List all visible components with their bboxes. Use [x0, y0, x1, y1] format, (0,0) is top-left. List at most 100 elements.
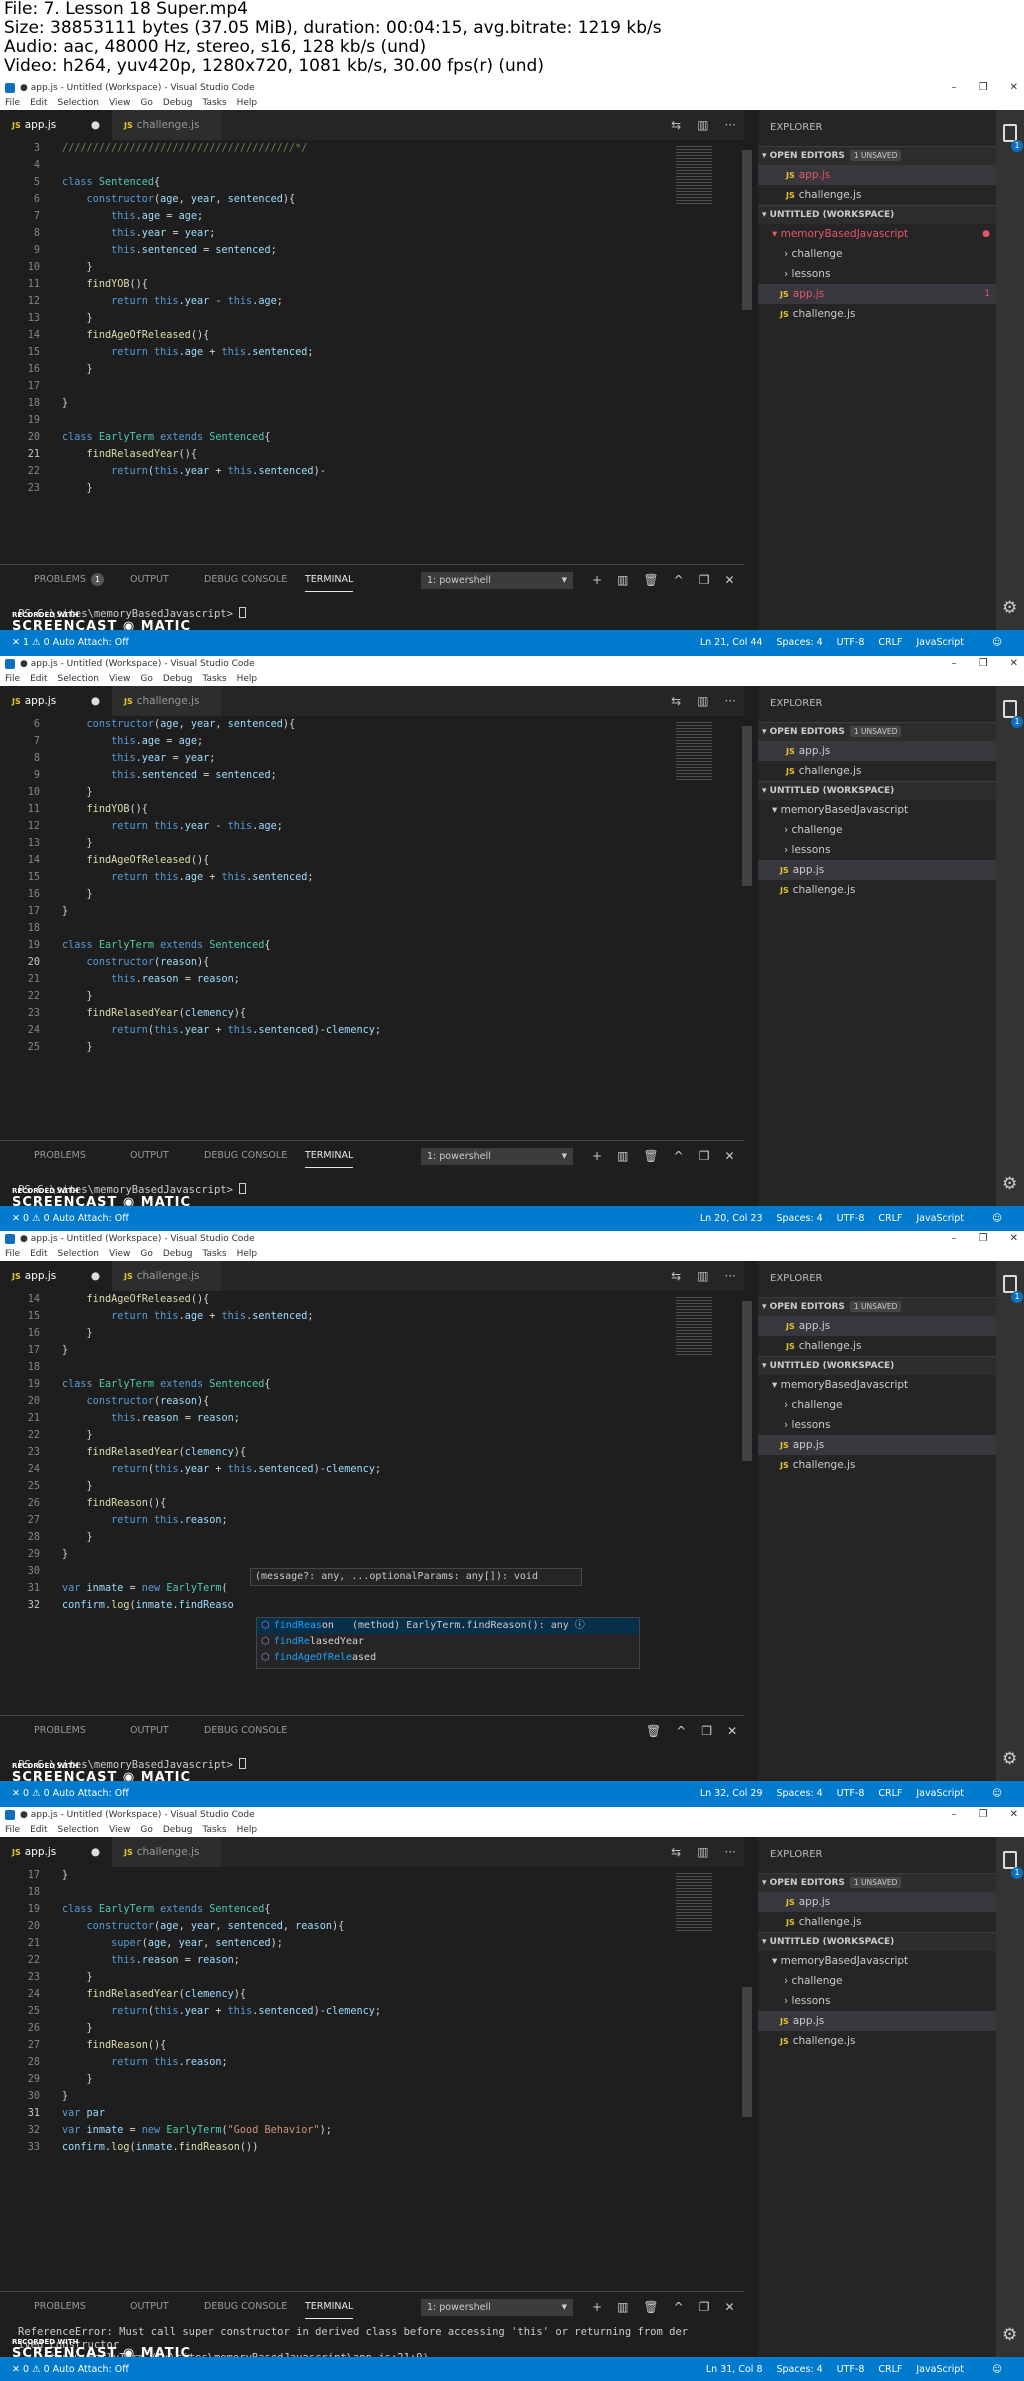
close-panel-icon[interactable]: ✕	[727, 1716, 737, 1746]
split-editor-icon[interactable]: ▥	[697, 1837, 708, 1867]
minimize-button[interactable]: –	[952, 1807, 957, 1823]
menu-item-file[interactable]: File	[5, 1823, 20, 1837]
status-encoding[interactable]: UTF-8	[837, 1781, 865, 1807]
tab-app-js[interactable]: JS app.js ●	[0, 1837, 112, 1867]
gear-icon[interactable]: ⚙	[1002, 2325, 1017, 2345]
folder-challenge[interactable]: › challenge	[758, 244, 996, 264]
unsaved-dot-icon[interactable]: ●	[91, 686, 100, 716]
split-editor-icon[interactable]: ▥	[697, 1261, 708, 1291]
new-terminal-icon[interactable]: +	[592, 2292, 602, 2322]
menu-item-edit[interactable]: Edit	[30, 672, 47, 686]
tab-terminal[interactable]: TERMINAL	[305, 1141, 354, 1168]
terminal-selector[interactable]: 1: powershell ▼	[421, 1148, 573, 1165]
editor-scrollbar[interactable]	[742, 150, 752, 310]
menu-item-debug[interactable]: Debug	[163, 96, 193, 110]
tab-problems[interactable]: PROBLEMS	[34, 1141, 86, 1171]
status-encoding[interactable]: UTF-8	[837, 630, 865, 656]
workspace-section[interactable]: ▾ UNTITLED (WORKSPACE)	[758, 1932, 996, 1951]
split-editor-icon[interactable]: ▥	[697, 110, 708, 140]
code-editor[interactable]: 17} 18 19 class EarlyTerm extends Sentenced…	[0, 1867, 744, 2291]
close-panel-icon[interactable]: ✕	[724, 565, 734, 595]
open-changes-icon[interactable]: ⇆	[671, 686, 681, 716]
status-indentation[interactable]: Spaces: 4	[777, 1781, 823, 1807]
menu-item-view[interactable]: View	[109, 1823, 130, 1837]
status-eol[interactable]: CRLF	[878, 1206, 902, 1232]
status-problems[interactable]: ✕ 0 ⚠ 0 Auto Attach: Off	[12, 1781, 129, 1807]
status-language[interactable]: JavaScript	[916, 1781, 964, 1807]
folder-challenge[interactable]: › challenge	[758, 820, 996, 840]
open-editor-challenge-js[interactable]: JS challenge.js	[758, 185, 996, 205]
minimize-button[interactable]: –	[952, 1231, 957, 1247]
trash-icon[interactable]: 🗑	[643, 565, 658, 595]
menu-item-go[interactable]: Go	[140, 672, 152, 686]
tab-challenge-js[interactable]: JS challenge.js	[112, 686, 222, 716]
tab-debug-console[interactable]: DEBUG CONSOLE	[204, 1716, 287, 1746]
status-problems[interactable]: ✕ 1 ⚠ 0 Auto Attach: Off	[12, 630, 129, 656]
more-actions-icon[interactable]: ···	[725, 110, 736, 140]
tab-debug-console[interactable]: DEBUG CONSOLE	[204, 1141, 287, 1171]
status-cursor-position[interactable]: Ln 20, Col 23	[700, 1206, 763, 1232]
tab-app-js[interactable]: JS app.js ●	[0, 110, 112, 140]
new-terminal-icon[interactable]: +	[592, 1141, 602, 1171]
menu-item-debug[interactable]: Debug	[163, 1823, 193, 1837]
tab-output[interactable]: OUTPUT	[130, 1141, 169, 1171]
open-editor-challenge-js[interactable]: JS challenge.js	[758, 1336, 996, 1356]
status-problems[interactable]: ✕ 0 ⚠ 0 Auto Attach: Off	[12, 1206, 129, 1232]
gear-icon[interactable]: ⚙	[1002, 598, 1017, 618]
close-window-button[interactable]: ✕	[1010, 1231, 1018, 1247]
restore-panel-icon[interactable]: ❐	[701, 1716, 712, 1746]
status-indentation[interactable]: Spaces: 4	[777, 630, 823, 656]
terminal-selector[interactable]: 1: powershell ▼	[421, 2299, 573, 2316]
open-editor-app-js[interactable]: JS app.js	[758, 1316, 996, 1336]
maximize-button[interactable]: ❐	[979, 80, 988, 96]
folder-memorybasedjavascript[interactable]: ▾ memoryBasedJavascript ●	[758, 224, 996, 244]
menu-item-tasks[interactable]: Tasks	[202, 672, 226, 686]
menu-item-help[interactable]: Help	[237, 1247, 258, 1261]
menu-item-edit[interactable]: Edit	[30, 1823, 47, 1837]
menu-item-view[interactable]: View	[109, 672, 130, 686]
more-actions-icon[interactable]: ···	[725, 1261, 736, 1291]
tab-app-js[interactable]: JS app.js ●	[0, 1261, 112, 1291]
maximize-button[interactable]: ❐	[979, 656, 988, 672]
split-terminal-icon[interactable]: ▥	[617, 565, 628, 595]
open-editors-section[interactable]: ▾ OPEN EDITORS 1 UNSAVED	[758, 722, 996, 741]
terminal-selector[interactable]: 1: powershell ▼	[421, 572, 573, 589]
minimap[interactable]	[676, 1871, 712, 1931]
menu-item-tasks[interactable]: Tasks	[202, 1823, 226, 1837]
restore-panel-icon[interactable]: ❐	[699, 2292, 710, 2322]
menu-item-file[interactable]: File	[5, 1247, 20, 1261]
open-editor-app-js[interactable]: JS app.js	[758, 1892, 996, 1912]
more-actions-icon[interactable]: ···	[725, 1837, 736, 1867]
file-app-js[interactable]: JS app.js 1	[758, 284, 996, 304]
split-terminal-icon[interactable]: ▥	[617, 1141, 628, 1171]
tab-problems[interactable]: PROBLEMS	[34, 565, 86, 595]
menu-item-go[interactable]: Go	[140, 1823, 152, 1837]
feedback-smiley-icon[interactable]: ☺	[992, 2357, 1002, 2381]
suggestion-item[interactable]: ⬡ findAgeOfReleased	[257, 1650, 639, 1666]
tab-challenge-js[interactable]: JS challenge.js	[112, 110, 222, 140]
close-window-button[interactable]: ✕	[1010, 656, 1018, 672]
editor-scrollbar[interactable]	[742, 1301, 752, 1461]
maximize-panel-icon[interactable]: ^	[674, 2292, 684, 2322]
status-eol[interactable]: CRLF	[878, 2357, 902, 2381]
gear-icon[interactable]: ⚙	[1002, 1749, 1017, 1769]
file-challenge-js[interactable]: JS challenge.js	[758, 304, 996, 324]
workspace-section[interactable]: ▾ UNTITLED (WORKSPACE)	[758, 1356, 996, 1375]
gear-icon[interactable]: ⚙	[1002, 1174, 1017, 1194]
minimap[interactable]	[676, 720, 712, 780]
maximize-button[interactable]: ❐	[979, 1231, 988, 1247]
new-terminal-icon[interactable]: +	[592, 565, 602, 595]
folder-lessons[interactable]: › lessons	[758, 840, 996, 860]
folder-lessons[interactable]: › lessons	[758, 1415, 996, 1435]
file-challenge-js[interactable]: JS challenge.js	[758, 1455, 996, 1475]
file-app-js[interactable]: JS app.js	[758, 2011, 996, 2031]
menu-item-go[interactable]: Go	[140, 1247, 152, 1261]
folder-memorybasedjavascript[interactable]: ▾ memoryBasedJavascript	[758, 1951, 996, 1971]
file-challenge-js[interactable]: JS challenge.js	[758, 2031, 996, 2051]
status-language[interactable]: JavaScript	[916, 2357, 964, 2381]
open-changes-icon[interactable]: ⇆	[671, 1837, 681, 1867]
status-problems[interactable]: ✕ 0 ⚠ 0 Auto Attach: Off	[12, 2357, 129, 2381]
suggestion-item[interactable]: ⬡ findReason (method) EarlyTerm.findReaso…	[257, 1618, 639, 1634]
status-eol[interactable]: CRLF	[878, 630, 902, 656]
tab-app-js[interactable]: JS app.js ●	[0, 686, 112, 716]
